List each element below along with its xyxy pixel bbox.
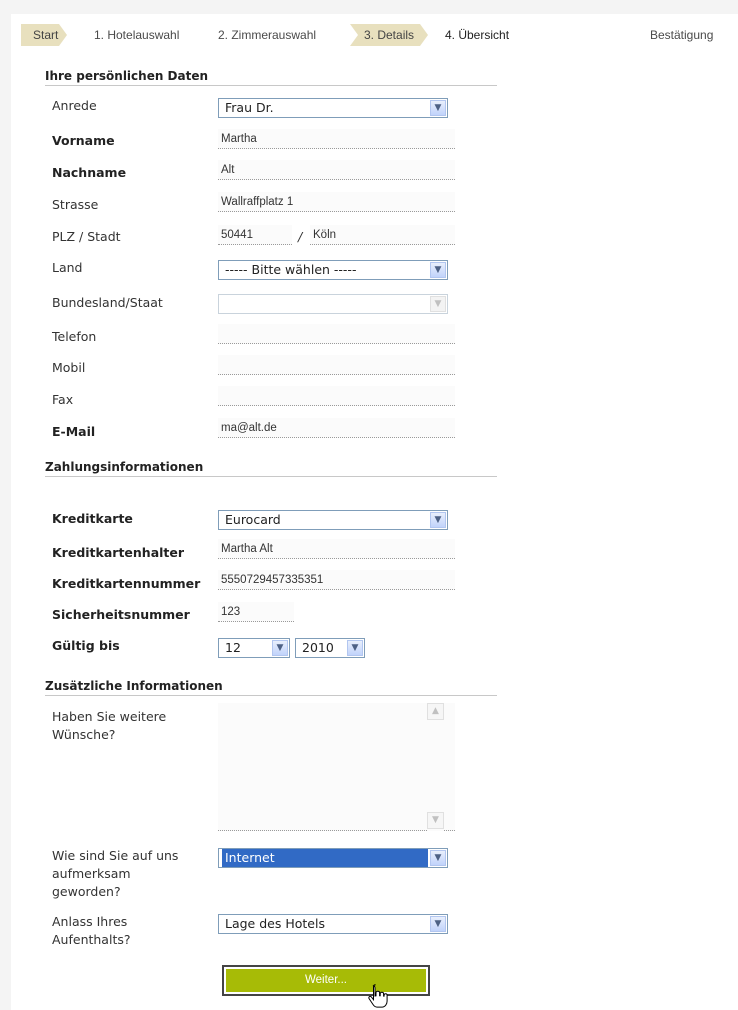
section-heading-payment: Zahlungsinformationen	[45, 460, 497, 477]
vorname-label: Vorname	[52, 133, 115, 148]
step-bestaetigung[interactable]: Bestätigung	[650, 24, 713, 46]
wuensche-label: Haben Sie weitere Wünsche?	[52, 708, 166, 744]
gueltig-jahr-value: 2010	[302, 640, 334, 655]
step-details[interactable]: 3. Details	[350, 24, 428, 46]
weiter-button[interactable]: Weiter...	[226, 969, 426, 992]
section-heading-personal: Ihre persönlichen Daten	[45, 69, 497, 86]
step-zimmerauswahl-label: 2. Zimmerauswahl	[218, 28, 317, 42]
step-hotelauswahl-label: 1. Hotelauswahl	[94, 28, 180, 42]
kreditkarte-select[interactable]: Eurocard ▼	[218, 510, 448, 530]
anlass-label-line-2: Aufenthalts?	[52, 932, 131, 947]
anlass-select-value: Lage des Hotels	[225, 916, 325, 931]
anrede-label: Anrede	[52, 98, 97, 113]
kreditkarte-select-value: Eurocard	[225, 512, 281, 527]
anlass-select[interactable]: Lage des Hotels ▼	[218, 914, 448, 934]
plz-stadt-separator: /	[298, 229, 303, 244]
gueltig-monat-value: 12	[225, 640, 241, 655]
anlass-label: Anlass Ihres Aufenthalts?	[52, 913, 131, 949]
hand-cursor-icon	[368, 984, 388, 1008]
gueltig-monat-select[interactable]: 12 ▼	[218, 638, 290, 658]
wuensche-textarea[interactable]	[218, 703, 455, 831]
chevron-down-icon[interactable]: ▼	[430, 512, 446, 528]
textarea-scrollbar[interactable]: ▲ ▼	[427, 703, 444, 831]
step-bestaetigung-label: Bestätigung	[650, 28, 714, 42]
scroll-down-icon[interactable]: ▼	[427, 812, 444, 829]
chevron-down-icon[interactable]: ▼	[430, 100, 446, 116]
mobil-field[interactable]	[218, 355, 455, 375]
vorname-field[interactable]: Martha	[218, 129, 455, 149]
email-field[interactable]: ma@alt.de	[218, 418, 455, 438]
mobil-label: Mobil	[52, 360, 86, 375]
land-select[interactable]: ----- Bitte wählen ----- ▼	[218, 260, 448, 280]
aufmerksam-select[interactable]: Internet ▼	[218, 848, 448, 868]
nachname-label: Nachname	[52, 165, 127, 180]
email-label: E-Mail	[52, 424, 96, 439]
chevron-down-icon[interactable]: ▼	[430, 262, 446, 278]
step-hotelauswahl[interactable]: 1. Hotelauswahl	[94, 24, 179, 46]
aufmerksam-label: Wie sind Sie auf uns aufmerksam geworden…	[52, 847, 178, 901]
progress-steps: Start 1. Hotelauswahl 2. Zimmerauswahl 3…	[21, 24, 738, 46]
nachname-field[interactable]: Alt	[218, 160, 455, 180]
land-label: Land	[52, 260, 83, 275]
fax-field[interactable]	[218, 386, 455, 406]
sicherheitsnummer-label: Sicherheitsnummer	[52, 607, 190, 622]
kreditkarte-label: Kreditkarte	[52, 511, 133, 526]
kreditkartenhalter-label: Kreditkartenhalter	[52, 545, 185, 560]
land-select-value: ----- Bitte wählen -----	[225, 262, 357, 277]
step-uebersicht-label: 4. Übersicht	[445, 28, 510, 42]
section-heading-extra: Zusätzliche Informationen	[45, 679, 497, 696]
gueltig-bis-label: Gültig bis	[52, 638, 120, 653]
weiter-button-frame: Weiter...	[222, 965, 430, 996]
stadt-field[interactable]: Köln	[310, 225, 455, 245]
strasse-label: Strasse	[52, 197, 99, 212]
bundesland-select[interactable]: ▼	[218, 294, 448, 314]
anlass-label-line-1: Anlass Ihres	[52, 914, 128, 929]
aufmerksam-label-line-3: geworden?	[52, 884, 121, 899]
step-start-label: Start	[33, 28, 59, 42]
kreditkartenhalter-field[interactable]: Martha Alt	[218, 539, 455, 559]
telefon-label: Telefon	[52, 329, 97, 344]
strasse-field[interactable]: Wallraffplatz 1	[218, 192, 455, 212]
chevron-down-icon: ▼	[430, 296, 446, 312]
chevron-down-icon[interactable]: ▼	[347, 640, 363, 656]
sicherheitsnummer-field[interactable]: 123	[218, 602, 294, 622]
wuensche-label-line-1: Haben Sie weitere	[52, 709, 167, 724]
gueltig-jahr-select[interactable]: 2010 ▼	[295, 638, 365, 658]
fax-label: Fax	[52, 392, 74, 407]
anrede-select[interactable]: Frau Dr. ▼	[218, 98, 448, 118]
step-details-label: 3. Details	[364, 28, 415, 42]
chevron-down-icon[interactable]: ▼	[272, 640, 288, 656]
aufmerksam-label-line-1: Wie sind Sie auf uns	[52, 848, 179, 863]
step-uebersicht[interactable]: 4. Übersicht	[445, 24, 509, 46]
bundesland-label: Bundesland/Staat	[52, 295, 163, 310]
chevron-down-icon[interactable]: ▼	[430, 850, 446, 866]
kreditkartennummer-field[interactable]: 5550729457335351	[218, 570, 455, 590]
step-start[interactable]: Start	[21, 24, 67, 46]
kreditkartennummer-label: Kreditkartennummer	[52, 576, 201, 591]
plz-field[interactable]: 50441	[218, 225, 292, 245]
chevron-down-icon[interactable]: ▼	[430, 916, 446, 932]
wuensche-label-line-2: Wünsche?	[52, 727, 116, 742]
aufmerksam-select-value: Internet	[222, 849, 428, 867]
step-zimmerauswahl[interactable]: 2. Zimmerauswahl	[218, 24, 316, 46]
plz-stadt-label: PLZ / Stadt	[52, 229, 121, 244]
anrede-select-value: Frau Dr.	[225, 100, 274, 115]
telefon-field[interactable]	[218, 324, 455, 344]
scroll-up-icon[interactable]: ▲	[427, 703, 444, 720]
aufmerksam-label-line-2: aufmerksam	[52, 866, 131, 881]
